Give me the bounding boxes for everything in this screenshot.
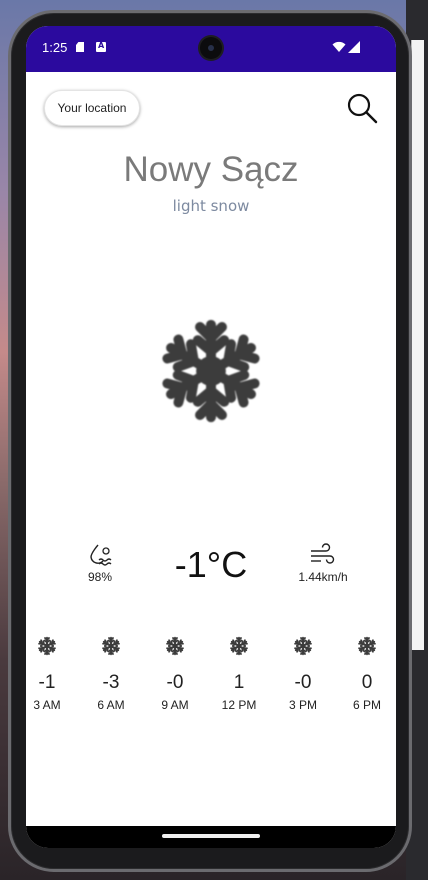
hourly-temperature: 0 [361, 672, 373, 693]
sd-card-icon [76, 42, 84, 52]
snowflake-icon [101, 636, 121, 656]
snowflake-icon [165, 636, 185, 656]
status-time: 1:25 [42, 40, 68, 55]
wind-speed-value: 1.44km/h [298, 570, 348, 584]
wifi-icon [332, 41, 346, 52]
cell-signal-icon [348, 41, 360, 53]
search-icon[interactable] [346, 92, 378, 124]
hourly-time: 3 PM [288, 698, 317, 712]
front-camera [200, 37, 222, 59]
hourly-temperature: -3 [102, 672, 120, 693]
notification-a-icon: A [96, 41, 106, 52]
hourly-forecast-item: -0 3 PM [275, 636, 331, 712]
your-location-button[interactable]: Your location [44, 90, 140, 126]
hourly-time: 9 AM [161, 698, 189, 712]
hourly-forecast-item: -1 3 AM [26, 636, 75, 712]
hourly-temperature: -0 [294, 672, 312, 693]
wind-icon [311, 543, 335, 564]
hourly-time: 6 PM [352, 698, 381, 712]
app-screen: 1:25 A Your location Nowy Sącz light sno… [26, 26, 396, 848]
hourly-temperature: -0 [166, 672, 184, 693]
home-gesture-handle[interactable] [162, 834, 260, 838]
hourly-time: 3 AM [33, 698, 61, 712]
snowflake-icon [293, 636, 313, 656]
weather-description: light snow [172, 197, 250, 215]
snowflake-icon [357, 636, 377, 656]
hourly-temperature: -1 [38, 672, 56, 693]
city-name: Nowy Sącz [123, 150, 299, 189]
navigation-bar [26, 826, 396, 848]
hourly-forecast-item: -3 6 AM [83, 636, 139, 712]
hourly-forecast-item: 0 6 PM [339, 636, 395, 712]
snowflake-icon [229, 636, 249, 656]
hourly-forecast-item: -0 9 AM [147, 636, 203, 712]
hourly-temperature: 1 [233, 672, 245, 693]
background-window-edge [411, 40, 424, 650]
status-bar: 1:25 A [26, 26, 396, 72]
hourly-time: 12 PM [221, 698, 257, 712]
hourly-forecast-item: 1 12 PM [211, 636, 267, 712]
hourly-time: 6 AM [97, 698, 125, 712]
snowflake-icon [37, 636, 57, 656]
snowflake-icon [156, 316, 266, 426]
